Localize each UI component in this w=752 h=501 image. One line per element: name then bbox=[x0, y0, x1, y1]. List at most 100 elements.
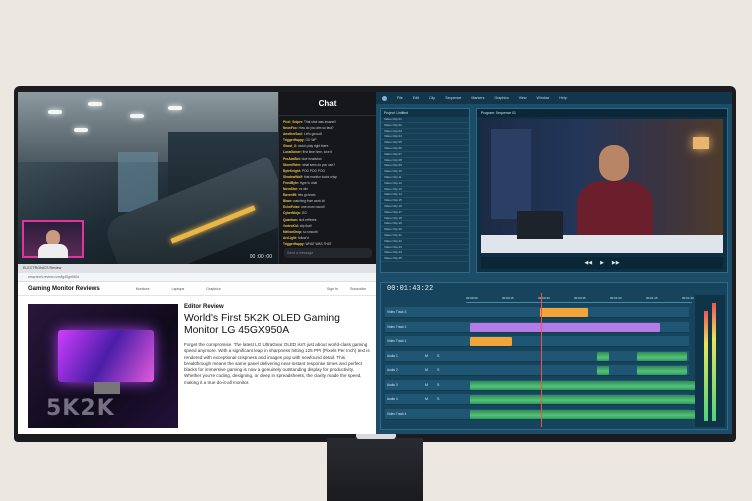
menu-item[interactable]: Sequence bbox=[445, 96, 461, 100]
preview-shelf bbox=[491, 129, 531, 219]
timeline-track[interactable]: Video Track 2 bbox=[385, 321, 689, 333]
bin-item-label: Video Clip 07 bbox=[384, 151, 402, 156]
track-name: Audio 2 bbox=[387, 368, 398, 372]
bin-list[interactable]: Video Clip 01 Video Clip 02 Video Clip 03 V… bbox=[381, 117, 469, 262]
step-forward-icon[interactable]: ▶▶ bbox=[612, 260, 620, 266]
menu-item[interactable]: Clip bbox=[429, 96, 435, 100]
timeline-track[interactable]: Audio 2 M S bbox=[385, 365, 689, 376]
chat-text: so smooth bbox=[303, 229, 318, 234]
timeline-track[interactable]: Audio 3 M S bbox=[385, 379, 697, 391]
menu-item[interactable]: Window bbox=[537, 96, 550, 100]
bin-item-label: Video Clip 16 bbox=[384, 203, 402, 208]
audio-clip[interactable] bbox=[470, 395, 697, 404]
chat-username[interactable]: ByteKnight: bbox=[283, 169, 301, 173]
ruler-tick-label: 00:00:15 bbox=[502, 296, 514, 300]
chat-username[interactable]: Ghost_X: bbox=[283, 144, 297, 148]
bin-item-label: Video Clip 12 bbox=[384, 180, 402, 185]
ruler-tick-label: 00:00:45 bbox=[574, 296, 586, 300]
nav-link[interactable]: Graphics bbox=[206, 287, 220, 291]
chat-input[interactable]: Send a message bbox=[284, 248, 372, 258]
timeline-track[interactable]: Audio 4 M S bbox=[385, 394, 697, 405]
bin-item-label: Video Clip 23 bbox=[384, 244, 402, 249]
chat-text: nice headshot bbox=[301, 156, 322, 161]
nav-link[interactable]: Monitors bbox=[136, 287, 150, 291]
video-clip[interactable] bbox=[470, 322, 660, 332]
game-viewport[interactable]: 00 :00 :00 bbox=[18, 92, 278, 264]
chat-username[interactable]: StormRider: bbox=[283, 163, 301, 167]
chat-message-list[interactable]: Pixel_Sniper: That shot was insane!! Neon… bbox=[279, 116, 376, 247]
chat-username[interactable]: ProAimBot: bbox=[283, 157, 301, 161]
video-clip[interactable] bbox=[540, 308, 588, 317]
subscribe-link[interactable]: Subscribe bbox=[350, 287, 366, 291]
bin-item[interactable]: Video Clip 25 bbox=[381, 256, 469, 262]
menu-item[interactable]: Edit bbox=[413, 96, 419, 100]
menu-item[interactable]: Markers bbox=[471, 96, 484, 100]
step-back-icon[interactable]: ◀◀ bbox=[584, 260, 592, 266]
address-bar[interactable]: www.tech-review.com/lg45gx950a bbox=[18, 273, 376, 282]
bin-item-label: Video Clip 18 bbox=[384, 215, 402, 220]
chat-username[interactable]: NeonFox: bbox=[283, 126, 298, 130]
chat-username[interactable]: NovaStar: bbox=[283, 187, 298, 191]
track-buttons[interactable]: M S bbox=[425, 368, 443, 372]
audio-clip[interactable] bbox=[470, 380, 697, 390]
timeline-track[interactable]: Video Track 3 bbox=[385, 307, 689, 318]
track-buttons[interactable]: M S bbox=[425, 354, 443, 358]
timeline-timecode[interactable]: 00:01:43:22 bbox=[387, 285, 433, 293]
chat-username[interactable]: FrostByte: bbox=[283, 181, 299, 185]
timeline-track[interactable]: Audio 1 M S bbox=[385, 350, 689, 362]
chat-username[interactable]: AnotherSoul: bbox=[283, 132, 303, 136]
editor-menu-bar: File Edit Clip Sequence Markers Graphics View W… bbox=[376, 92, 732, 104]
chat-username[interactable]: TriggerHappy: bbox=[283, 138, 305, 142]
preview-person-head bbox=[599, 145, 629, 181]
chat-username[interactable]: ShadowWolf: bbox=[283, 175, 303, 179]
timeline-ruler[interactable]: 00:00:00 00:00:15 00:00:30 00:00:45 00:01:00… bbox=[466, 295, 694, 303]
streamer-webcam bbox=[22, 220, 84, 258]
sign-in-link[interactable]: Sign In bbox=[327, 287, 338, 291]
menu-item[interactable]: View bbox=[519, 96, 527, 100]
chat-title: Chat bbox=[279, 92, 376, 116]
browser-tab[interactable]: ELECTRONICS Review bbox=[18, 264, 376, 273]
chat-username[interactable]: VortexKid: bbox=[283, 224, 299, 228]
playhead[interactable] bbox=[541, 293, 542, 427]
audio-clip[interactable] bbox=[637, 351, 687, 361]
track-buttons[interactable]: M S bbox=[425, 383, 443, 387]
monitor-product-image bbox=[58, 330, 154, 382]
timeline-track[interactable]: Video Track 1 bbox=[385, 336, 689, 347]
streamer-body bbox=[38, 244, 68, 258]
bin-item-label: Video Clip 10 bbox=[384, 169, 402, 174]
chat-username[interactable]: CyberNinja: bbox=[283, 211, 301, 215]
track-name: Video Track 3 bbox=[387, 310, 407, 314]
play-icon[interactable]: ▶ bbox=[600, 260, 604, 266]
menu-item[interactable]: Graphics bbox=[494, 96, 508, 100]
chat-username[interactable]: Raven99: bbox=[283, 193, 297, 197]
site-name[interactable]: Gaming Monitor Reviews bbox=[28, 286, 100, 292]
chat-text: what sens do you use? bbox=[302, 162, 335, 167]
chat-text: that monitor looks crisp bbox=[304, 174, 337, 179]
track-name: Video Track 1 bbox=[387, 339, 407, 343]
bin-item-label: Video Clip 01 bbox=[384, 117, 402, 121]
chat-username[interactable]: Pixel_Sniper: bbox=[283, 120, 303, 124]
ceiling-lamp bbox=[88, 102, 102, 106]
menu-item[interactable]: Help bbox=[559, 96, 566, 100]
audio-clip[interactable] bbox=[597, 351, 609, 361]
video-clip[interactable] bbox=[470, 337, 512, 346]
article-headline: World's First 5K2K OLED Gaming Monitor L… bbox=[184, 313, 340, 336]
menu-item[interactable]: File bbox=[397, 96, 403, 100]
track-buttons[interactable]: M S bbox=[425, 397, 443, 401]
chat-username[interactable]: Blaze: bbox=[283, 199, 292, 203]
audio-clip[interactable] bbox=[637, 366, 687, 375]
timeline-track[interactable]: Video Track 4 bbox=[385, 408, 697, 420]
chat-username[interactable]: ArcLight: bbox=[283, 236, 297, 240]
chat-username[interactable]: EchoPulse: bbox=[283, 205, 300, 209]
bin-item-label: Video Clip 17 bbox=[384, 209, 402, 214]
audio-clip[interactable] bbox=[597, 366, 609, 375]
viewer-tab[interactable]: Program: Sequence 01 bbox=[477, 109, 727, 117]
chat-username[interactable]: LunaGamer: bbox=[283, 150, 302, 154]
video-preview[interactable] bbox=[481, 119, 723, 253]
chat-username[interactable]: TriggerHappy: bbox=[283, 242, 305, 246]
chat-username[interactable]: Quantum: bbox=[283, 218, 298, 222]
nav-link[interactable]: Laptops bbox=[171, 287, 184, 291]
bin-item-label: Video Clip 22 bbox=[384, 238, 402, 243]
audio-clip[interactable] bbox=[470, 409, 697, 419]
chat-username[interactable]: MellowDrop: bbox=[283, 230, 302, 234]
